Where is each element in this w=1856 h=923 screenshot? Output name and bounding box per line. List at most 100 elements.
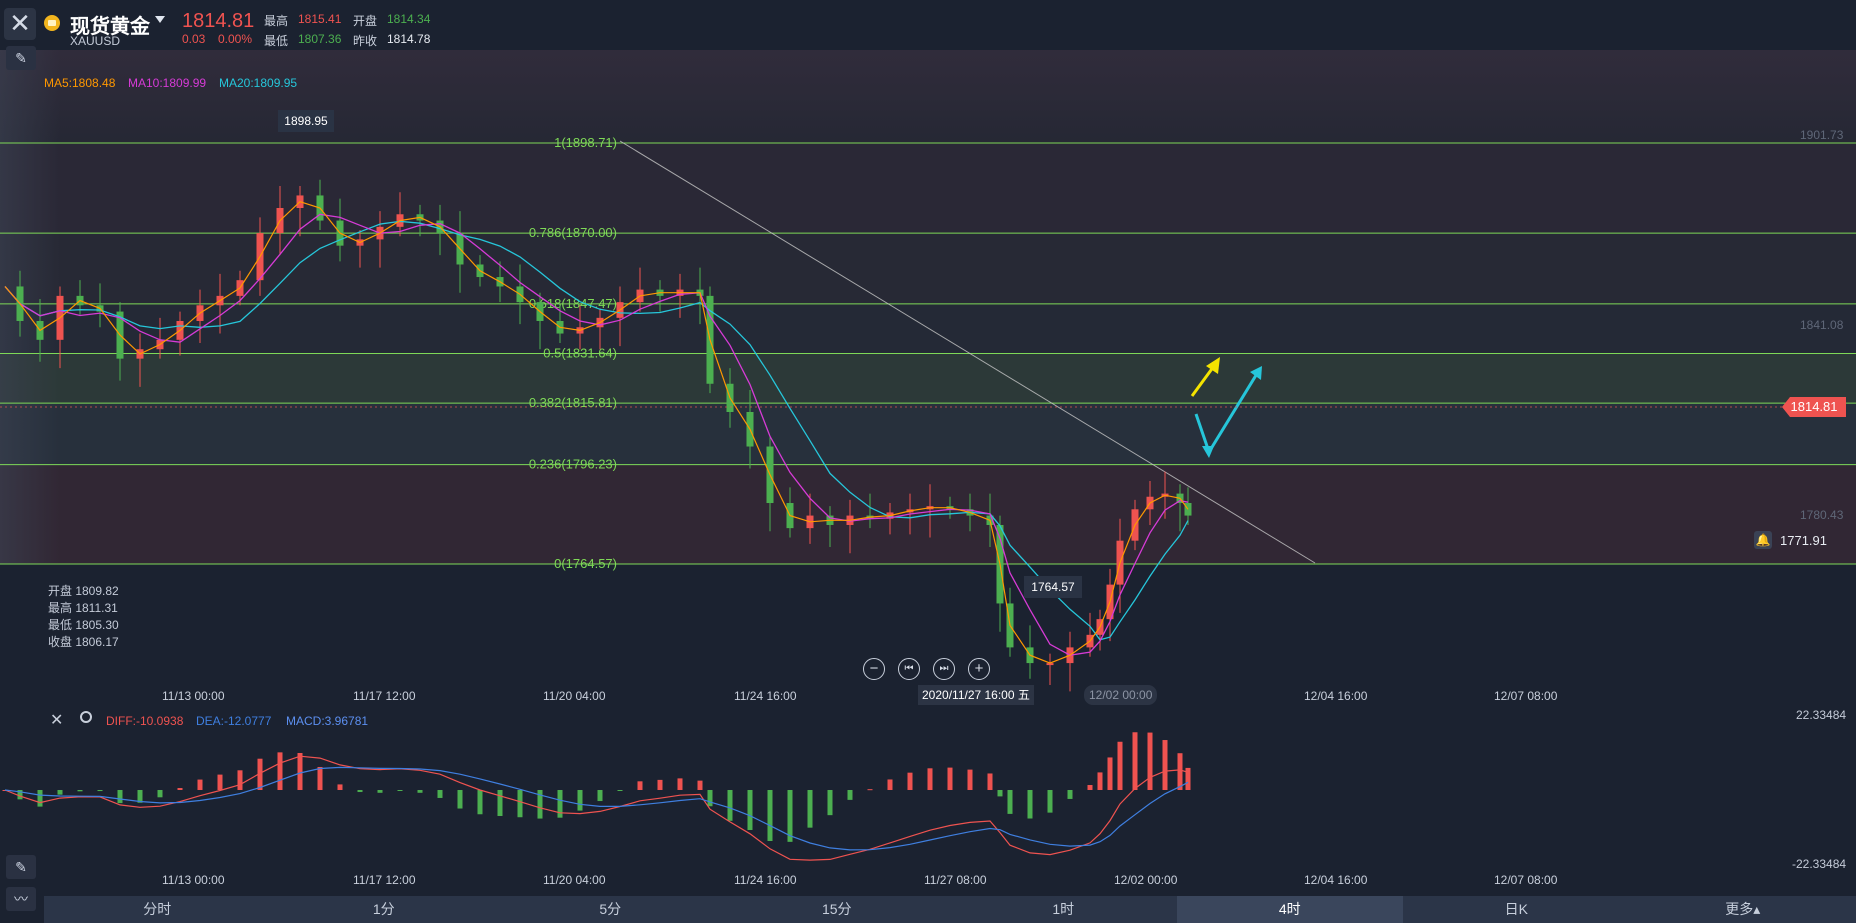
macd-bar: [517, 790, 523, 818]
zoom-out-button[interactable]: −: [863, 658, 885, 680]
macd-bar: [807, 790, 813, 828]
x-axis-label: 12/07 08:00: [1494, 873, 1558, 887]
x-axis-label: 12/02 00:00: [1114, 873, 1178, 887]
macd-bar: [97, 790, 103, 792]
macd-bar: [1107, 757, 1113, 790]
tab-1hour[interactable]: 1时: [950, 896, 1177, 923]
x-axis-label: 12/04 16:00: [1304, 873, 1368, 887]
macd-bar: [397, 790, 403, 791]
macd-bar: [577, 790, 583, 811]
price-axis-label: 1780.43: [1800, 508, 1844, 522]
edit-tool-button[interactable]: ✎: [6, 855, 36, 879]
macd-bar: [157, 790, 163, 798]
tab-more[interactable]: 更多▴: [1630, 896, 1856, 923]
x-axis-label: 11/24 16:00: [734, 689, 797, 703]
tab-4hour[interactable]: 4时: [1176, 896, 1403, 923]
settings-gear-icon[interactable]: [80, 711, 92, 723]
macd-bar: [297, 752, 303, 790]
scroll-start-button[interactable]: ⏮: [898, 658, 920, 680]
high-marker: 1898.95: [278, 110, 334, 132]
macd-value-legend: MACD:3.96781: [286, 714, 369, 728]
x-axis-label: 11/27 08:00: [924, 873, 987, 887]
macd-bar: [967, 769, 973, 790]
ohlc-high: 最高 1811.31: [48, 601, 118, 615]
close-indicator-icon[interactable]: ✕: [50, 710, 63, 730]
candlestick-chart[interactable]: 1(1898.71)0.786(1870.00)0.618(1847.47)0.…: [0, 0, 1856, 923]
macd-bar: [747, 790, 753, 830]
current-price-tag: 1814.81: [1782, 397, 1846, 417]
indicator-tool-button[interactable]: 〰: [6, 887, 36, 911]
draw-tool-button[interactable]: ✎: [6, 46, 36, 70]
macd-bar: [57, 790, 63, 795]
crosshair-time-label: 2020/11/27 16:00 五: [918, 685, 1034, 705]
fib-level-label: 1(1898.71): [554, 135, 617, 150]
pencil-icon: ✎: [15, 859, 27, 875]
macd-bar: [1117, 741, 1123, 790]
ohlc-open: 开盘 1809.82: [48, 584, 119, 598]
x-axis-label: 11/20 04:00: [543, 689, 606, 703]
alert-price[interactable]: 1771.91: [1780, 533, 1827, 548]
tab-15min[interactable]: 15分: [724, 896, 951, 923]
macd-bar: [277, 752, 283, 790]
macd-bar: [767, 790, 773, 841]
macd-bar: [617, 790, 623, 791]
macd-bar: [457, 790, 463, 809]
macd-bar: [1007, 790, 1013, 814]
x-axis-label: 11/17 12:00: [353, 873, 416, 887]
macd-bar: [887, 779, 893, 790]
macd-bar: [417, 790, 423, 793]
macd-bar: [727, 790, 733, 821]
timeframe-tabs: 分时 1分 5分 15分 1时 4时 日K 更多▴: [44, 896, 1856, 923]
skip-forward-icon: ⏭: [939, 663, 949, 674]
macd-bar: [177, 788, 183, 790]
fib-level-label: 0(1764.57): [554, 556, 617, 571]
macd-bar: [1047, 790, 1053, 813]
bell-icon[interactable]: 🔔: [1754, 531, 1772, 549]
x-axis-label: 11/17 12:00: [353, 689, 416, 703]
zone-fib-5: [0, 403, 1856, 465]
x-axis-label: 11/20 04:00: [543, 873, 606, 887]
price-axis-label: 1901.73: [1800, 128, 1844, 142]
fib-level-label: 0.236(1796.23): [529, 457, 617, 472]
tab-daily[interactable]: 日K: [1403, 896, 1630, 923]
macd-bar: [597, 790, 603, 802]
macd-bar: [1087, 785, 1093, 790]
macd-bar: [237, 770, 243, 790]
macd-bar: [637, 781, 643, 790]
ma20-legend: MA20:1809.95: [219, 76, 298, 90]
macd-bar: [1177, 753, 1183, 790]
macd-bar: [707, 790, 713, 807]
x-axis-label: 11/24 16:00: [734, 873, 797, 887]
x-axis-label: 12/07 08:00: [1494, 689, 1558, 703]
macd-bar: [787, 790, 793, 842]
macd-dea-legend: DEA:-12.0777: [196, 714, 272, 728]
zoom-in-button[interactable]: +: [968, 658, 990, 680]
zone-fib-2: [0, 233, 1856, 304]
macd-bar: [497, 790, 503, 816]
tab-5min[interactable]: 5分: [497, 896, 724, 923]
macd-bar: [377, 790, 383, 793]
macd-bar: [337, 784, 343, 790]
crosshair-time-label-secondary: 12/02 00:00: [1084, 685, 1158, 705]
x-axis-label: 11/13 00:00: [162, 873, 225, 887]
tab-1min[interactable]: 1分: [271, 896, 498, 923]
macd-bar: [927, 768, 933, 790]
line-chart-icon: 〰: [14, 891, 28, 907]
pencil-icon: ✎: [15, 50, 27, 66]
scroll-end-button[interactable]: ⏭: [933, 658, 955, 680]
macd-bar: [907, 772, 913, 790]
ohlc-low: 最低 1805.30: [48, 618, 119, 632]
ma5-legend: MA5:1808.48: [44, 76, 116, 90]
macd-bar: [1162, 740, 1168, 790]
minus-icon: −: [869, 660, 879, 677]
macd-axis-top: 22.33484: [1796, 708, 1847, 722]
macd-axis-bottom: -22.33484: [1792, 857, 1847, 871]
macd-bar: [217, 774, 223, 790]
tab-minute[interactable]: 分时: [44, 896, 271, 923]
macd-bar: [827, 790, 833, 816]
macd-bar: [117, 790, 123, 804]
low-marker: 1764.57: [1024, 576, 1082, 598]
ma10-legend: MA10:1809.99: [128, 76, 207, 90]
plus-icon: +: [974, 660, 984, 677]
macd-bar: [317, 766, 323, 790]
